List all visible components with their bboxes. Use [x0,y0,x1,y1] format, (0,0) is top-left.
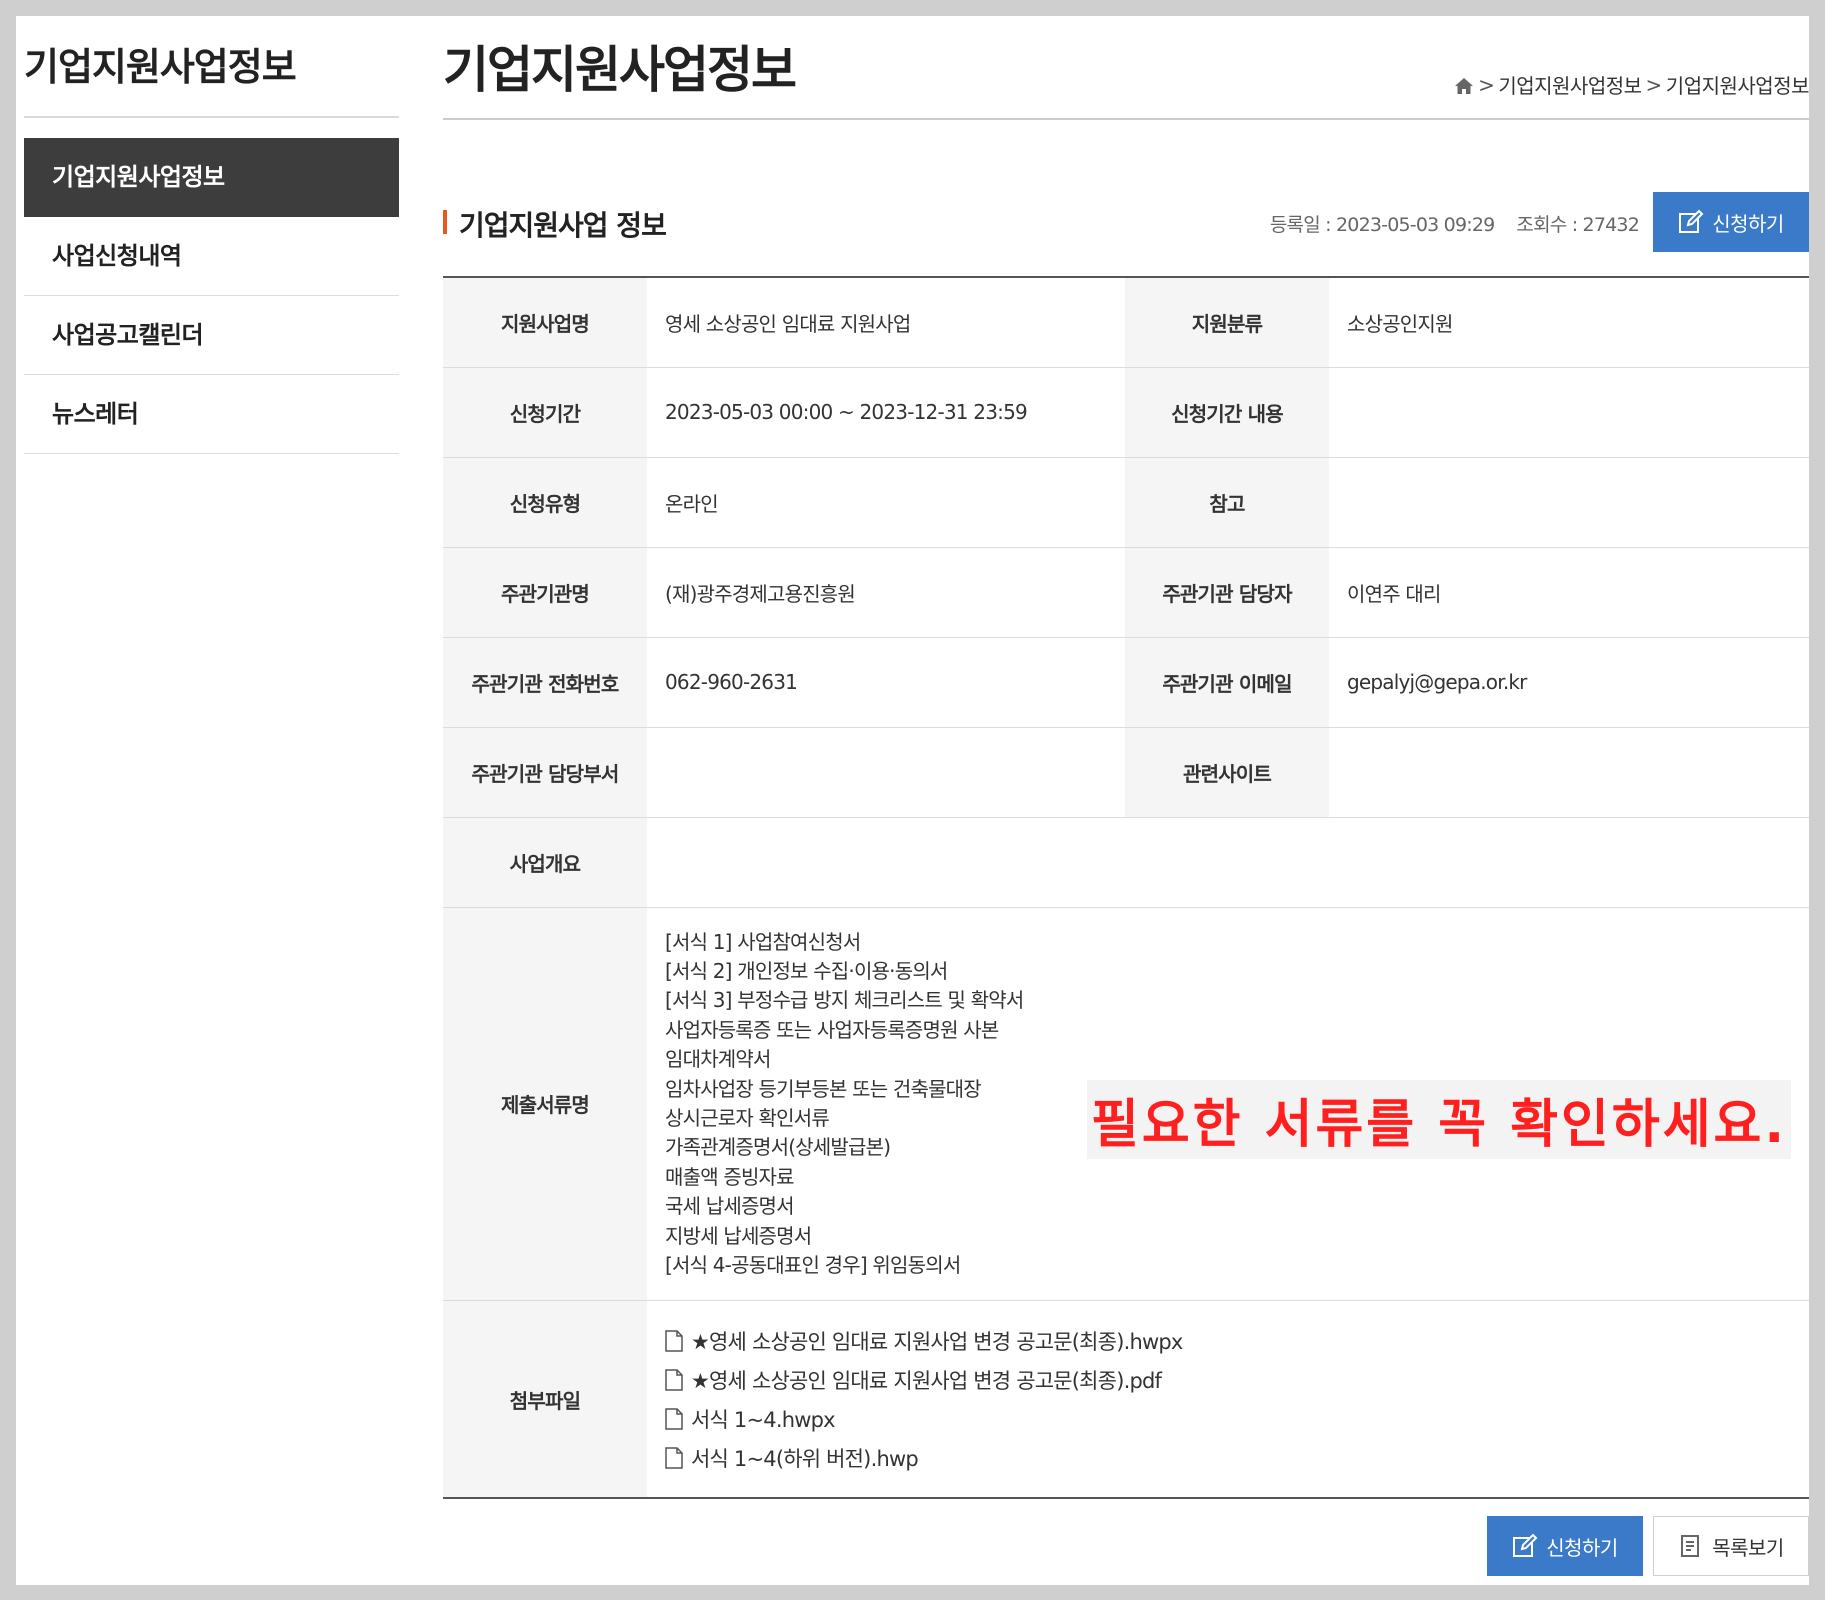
section-header: 기업지원사업 정보 등록일 : 2023-05-03 09:29 조회수 : 2… [443,192,1809,272]
breadcrumb-item[interactable]: 기업지원사업정보 [1498,70,1642,99]
file-icon [665,1408,683,1430]
manager-label: 주관기관 담당자 [1125,547,1329,638]
main-content: 기업지원사업정보 > 기업지원사업정보 > 기업지원사업정보 기업지원사업 정보… [443,16,1810,1576]
doc-item: [서식 4-공동대표인 경우] 위임동의서 [665,1252,961,1277]
doc-item: 국세 납세증명서 [665,1194,795,1219]
docs-cell: [서식 1] 사업참여신청서 [서식 2] 개인정보 수집·이용·동의서 [서식… [647,907,1809,1302]
file-item[interactable]: 서식 1~4(하위 버전).hwp [665,1438,1809,1477]
apply-button-label: 신청하기 [1712,213,1784,236]
page-title: 기업지원사업정보 [443,16,1809,120]
page-frame: 기업지원사업정보 기업지원사업정보 사업신청내역 사업공고캘린더 뉴스레터 기업… [16,16,1810,1585]
section-title: 기업지원사업 정보 [443,204,667,244]
file-item[interactable]: ★영세 소상공인 임대료 지원사업 변경 공고문(최종).hwpx [665,1321,1809,1360]
docs-notice: 필요한 서류를 꼭 확인하세요. [1087,1079,1792,1159]
home-icon[interactable] [1454,76,1474,94]
table-row: 지원사업명 영세 소상공인 임대료 지원사업 지원분류 소상공인지원 [443,277,1809,368]
table-row: 주관기관 전화번호 062-960-2631 주관기관 이메일 gepalyj@… [443,637,1809,728]
list-icon [1681,1535,1700,1557]
doc-item: 매출액 증빙자료 [665,1164,795,1189]
breadcrumb: > 기업지원사업정보 > 기업지원사업정보 [1454,70,1810,99]
org-value: (재)광주경제고용진흥원 [647,547,1125,638]
phone-value: 062-960-2631 [647,637,1125,728]
view-count: 조회수 : 27432 [1516,214,1639,236]
category-label: 지원분류 [1125,277,1329,368]
reference-label: 참고 [1125,457,1329,548]
file-name[interactable]: ★영세 소상공인 임대료 지원사업 변경 공고문(최종).pdf [691,1365,1162,1395]
email-label: 주관기관 이메일 [1125,637,1329,728]
manager-value: 이연주 대리 [1329,547,1809,638]
list-button[interactable]: 목록보기 [1653,1516,1809,1576]
doc-item: [서식 2] 개인정보 수집·이용·동의서 [665,958,948,983]
table-row: 신청유형 온라인 참고 [443,457,1809,548]
breadcrumb-separator: > [1645,72,1663,97]
email-value: gepalyj@gepa.or.kr [1329,637,1809,728]
breadcrumb-item[interactable]: 기업지원사업정보 [1666,70,1810,99]
reg-date: 등록일 : 2023-05-03 09:29 [1269,214,1495,236]
file-list: ★영세 소상공인 임대료 지원사업 변경 공고문(최종).hwpx ★영세 소상… [665,1301,1809,1497]
period-detail-value [1329,367,1809,458]
sidebar-title: 기업지원사업정보 [24,16,399,118]
file-item[interactable]: 서식 1~4.hwpx [665,1399,1809,1438]
sidebar: 기업지원사업정보 기업지원사업정보 사업신청내역 사업공고캘린더 뉴스레터 [24,16,399,454]
file-name[interactable]: 서식 1~4(하위 버전).hwp [691,1443,919,1473]
file-item[interactable]: ★영세 소상공인 임대료 지원사업 변경 공고문(최종).pdf [665,1360,1809,1399]
overview-label: 사업개요 [443,817,647,908]
support-name-label: 지원사업명 [443,277,647,368]
table-row: 신청기간 2023-05-03 00:00 ~ 2023-12-31 23:59… [443,367,1809,458]
bottom-button-group: 신청하기 목록보기 [1487,1516,1809,1576]
dept-label: 주관기관 담당부서 [443,727,647,818]
table-row: 주관기관명 (재)광주경제고용진흥원 주관기관 담당자 이연주 대리 [443,547,1809,638]
sidebar-item-support-info[interactable]: 기업지원사업정보 [24,138,399,217]
dept-value [647,727,1125,818]
period-label: 신청기간 [443,367,647,458]
files-label: 첨부파일 [443,1300,647,1499]
file-icon [665,1330,683,1352]
file-icon [665,1447,683,1469]
list-button-label: 목록보기 [1712,1535,1784,1560]
table-row: 주관기관 담당부서 관련사이트 [443,727,1809,818]
overview-value [647,817,1809,908]
file-icon [665,1369,683,1391]
doc-item: 지방세 납세증명서 [665,1223,812,1248]
post-meta: 등록일 : 2023-05-03 09:29 조회수 : 27432 [1269,210,1640,237]
site-value[interactable] [1329,727,1809,818]
table-row: 제출서류명 [서식 1] 사업참여신청서 [서식 2] 개인정보 수집·이용·동… [443,907,1809,1302]
apply-type-value: 온라인 [647,457,1125,548]
files-cell: ★영세 소상공인 임대료 지원사업 변경 공고문(최종).hwpx ★영세 소상… [647,1300,1809,1499]
table-row: 첨부파일 ★영세 소상공인 임대료 지원사업 변경 공고문(최종).hwpx ★… [443,1300,1809,1499]
docs-label: 제출서류명 [443,907,647,1302]
site-label: 관련사이트 [1125,727,1329,818]
apply-button-top[interactable]: 신청하기 [1653,192,1809,252]
sidebar-menu: 기업지원사업정보 사업신청내역 사업공고캘린더 뉴스레터 [24,138,399,454]
reference-value [1329,457,1809,548]
sidebar-item-calendar[interactable]: 사업공고캘린더 [24,296,399,375]
category-value: 소상공인지원 [1329,277,1809,368]
file-name[interactable]: 서식 1~4.hwpx [691,1404,836,1434]
breadcrumb-separator: > [1478,72,1495,97]
org-label: 주관기관명 [443,547,647,638]
period-value: 2023-05-03 00:00 ~ 2023-12-31 23:59 [647,367,1125,458]
phone-label: 주관기관 전화번호 [443,637,647,728]
file-name[interactable]: ★영세 소상공인 임대료 지원사업 변경 공고문(최종).hwpx [691,1326,1183,1356]
doc-item: 임대차계약서 [665,1047,771,1072]
info-table: 지원사업명 영세 소상공인 임대료 지원사업 지원분류 소상공인지원 신청기간 … [443,276,1809,1500]
table-row: 사업개요 [443,817,1809,908]
doc-item: [서식 3] 부정수급 방지 체크리스트 및 확약서 [665,988,1024,1013]
apply-type-label: 신청유형 [443,457,647,548]
period-detail-label: 신청기간 내용 [1125,367,1329,458]
apply-button-bottom[interactable]: 신청하기 [1487,1516,1643,1576]
doc-item: [서식 1] 사업참여신청서 [665,929,861,954]
edit-icon [1679,209,1704,233]
apply-button-bottom-label: 신청하기 [1546,1535,1618,1560]
doc-item: 사업자등록증 또는 사업자등록증명원 사본 [665,1017,999,1042]
sidebar-item-newsletter[interactable]: 뉴스레터 [24,375,399,454]
sidebar-item-applications[interactable]: 사업신청내역 [24,217,399,296]
edit-icon [1513,1533,1538,1557]
support-name-value: 영세 소상공인 임대료 지원사업 [647,277,1125,368]
